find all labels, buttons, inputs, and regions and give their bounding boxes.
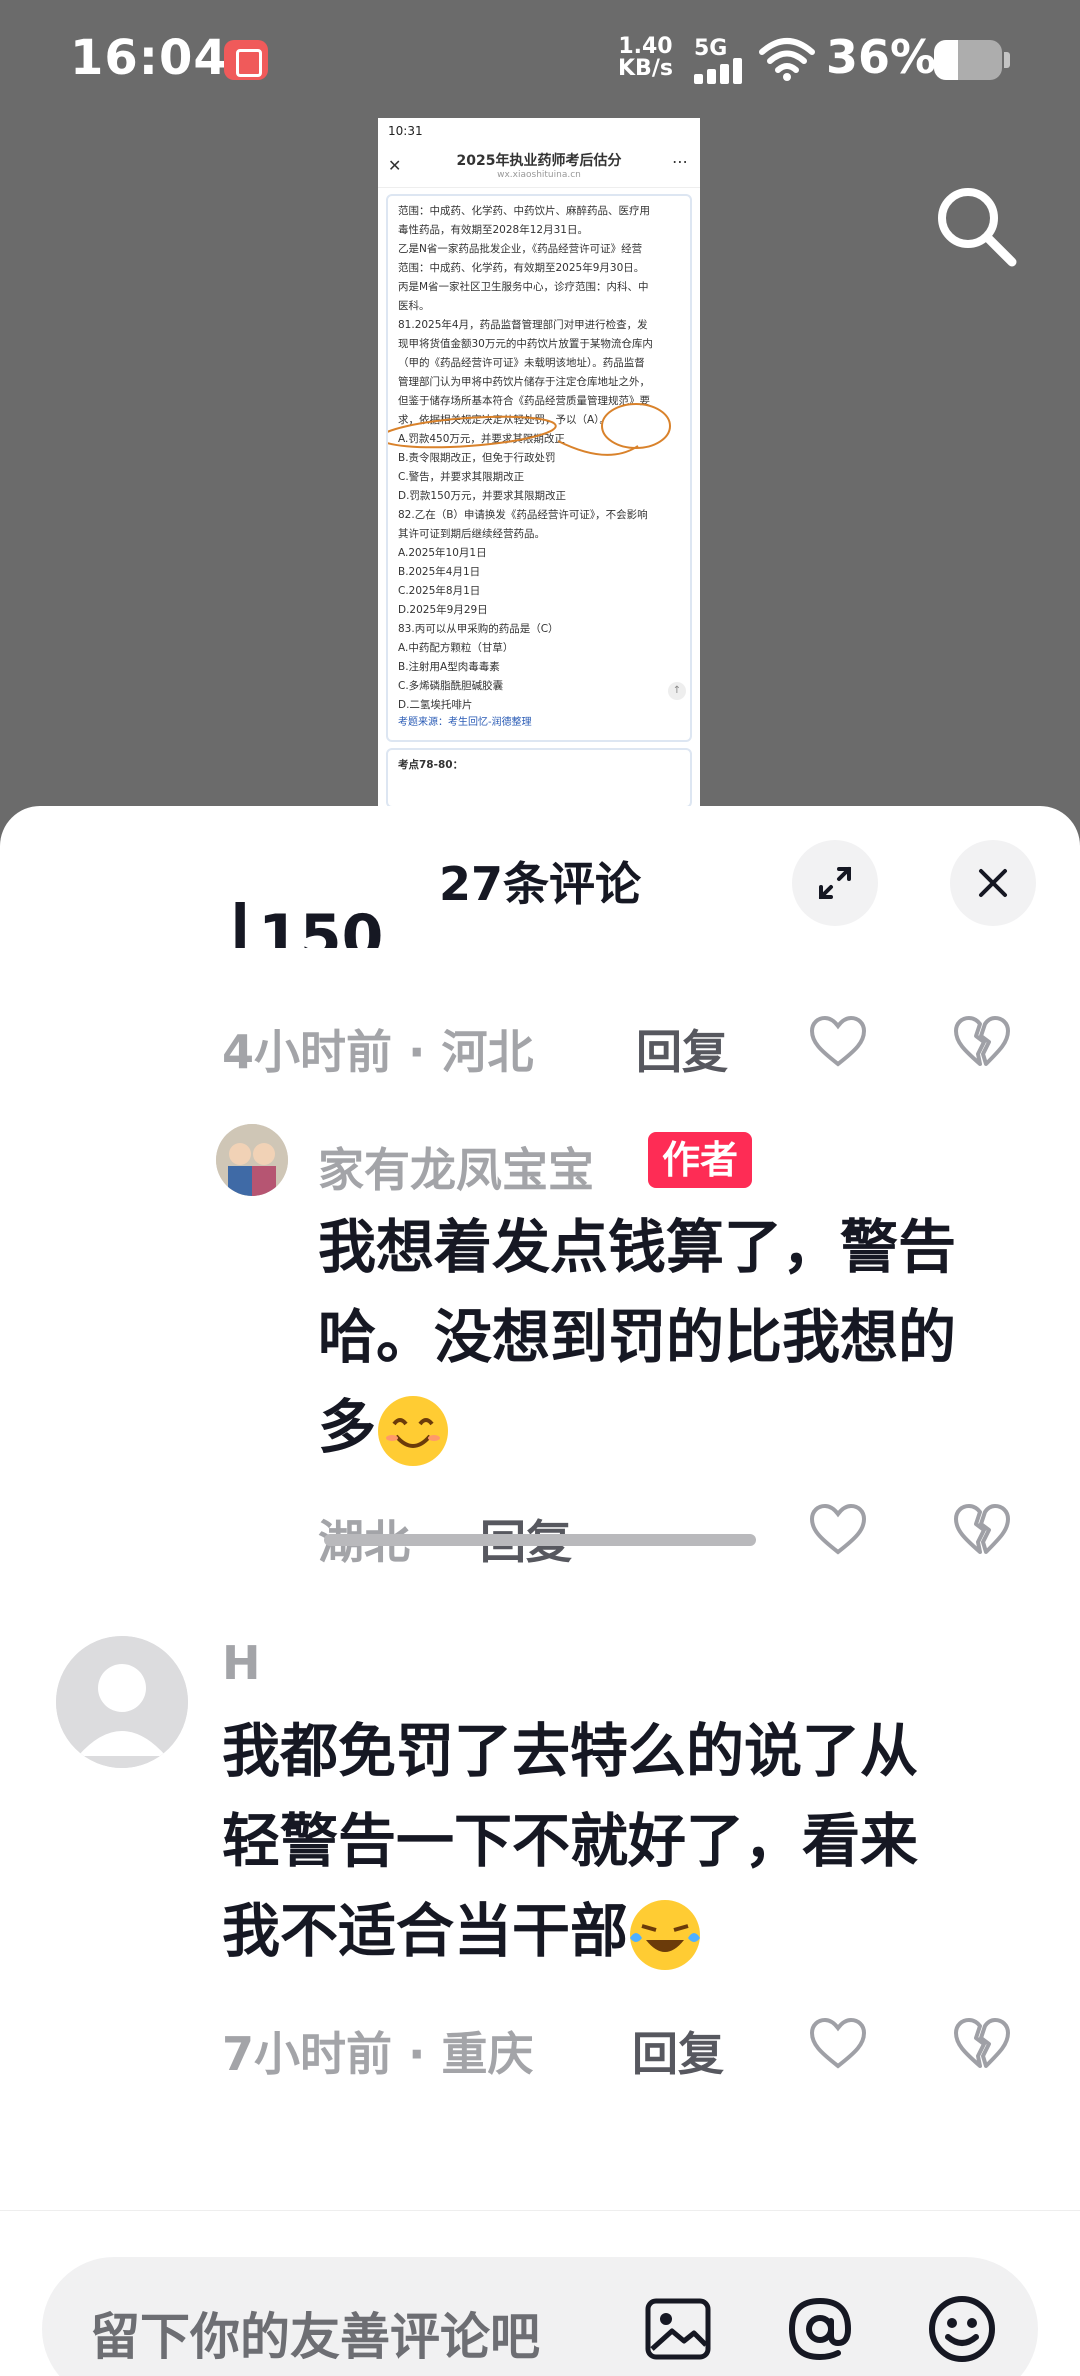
heart-icon[interactable] <box>806 2012 870 2076</box>
close-icon <box>979 869 1007 897</box>
battery-tip <box>1004 52 1010 68</box>
doc-line: A.中药配方颗粒（甘草） <box>398 642 514 654</box>
doc-more-icon: ⋯ <box>672 152 688 171</box>
wifi-icon <box>759 38 815 81</box>
comment-username[interactable]: H <box>222 1636 261 1690</box>
post-image[interactable]: 10:31 ✕ 2025年执业药师考后估分 wx.xiaoshituina.cn… <box>378 118 700 808</box>
doc-line: 83.丙可以从甲采购的药品是（C） <box>398 623 559 635</box>
comment-meta: 4小时前 · 河北 <box>222 1025 534 1079</box>
expand-icon <box>819 867 851 899</box>
status-bar: 16:04 1.40 KB/s 5G 36% <box>0 0 1080 120</box>
reply-text: 我想着发点钱算了，警告 哈。没想到罚的比我想的 多 <box>318 1202 956 1472</box>
doc-line: 82.乙在（B）申请换发《药品经营许可证》，不会影响 <box>398 509 648 521</box>
comment-meta: 7小时前 · 重庆 <box>222 2027 534 2081</box>
author-badge: 作者 <box>648 1132 753 1188</box>
user-avatar[interactable] <box>56 1636 188 1768</box>
doc-line: 毒性药品，有效期至2028年12月31日。 <box>398 224 588 236</box>
image-icon[interactable] <box>640 2291 716 2367</box>
signal-icon <box>694 58 750 84</box>
handwritten-circle-annotation <box>388 403 671 456</box>
doc-line: 现甲将货值金额30万元的中药饮片放置于某物流仓库内 <box>398 338 653 350</box>
comment-sheet: 27条评论 ┃150 4小时前 · 河北 回复 家有龙凤宝宝 作者 我想着发点钱… <box>0 806 1080 2376</box>
doc-line: 医科。 <box>398 300 430 312</box>
comment-input[interactable]: 留下你的友善评论吧 <box>42 2257 1038 2376</box>
broken-heart-icon[interactable] <box>950 1010 1014 1074</box>
doc-title: 2025年执业药师考后估分 <box>456 153 622 169</box>
broken-heart-icon[interactable] <box>950 2012 1014 2076</box>
doc-status-bar: 10:31 <box>378 118 700 144</box>
expand-button[interactable] <box>792 840 878 926</box>
doc-line: 其许可证到期后继续经营药品。 <box>398 528 545 540</box>
doc-header: ✕ 2025年执业药师考后估分 wx.xiaoshituina.cn ⋯ <box>378 144 700 188</box>
notification-app-icon <box>224 40 268 80</box>
comment-text: 我都免罚了去特么的说了从 轻警告一下不就好了，看来 我不适合当干部 <box>222 1706 918 1976</box>
reply-button[interactable]: 回复 <box>632 2018 724 2084</box>
doc-line: 丙是M省一家社区卫生服务中心，诊疗范围：内科、中 <box>398 281 649 293</box>
doc-line: C.2025年8月1日 <box>398 585 481 597</box>
comment-input-placeholder: 留下你的友善评论吧 <box>90 2308 540 2366</box>
reply-text-line: 多 <box>318 1393 377 1461</box>
doc-line: D.2025年9月29日 <box>398 604 488 616</box>
comment-text-line: 我不适合当干部 <box>222 1897 629 1965</box>
smiling-emoji-icon <box>376 1394 450 1468</box>
truncated-comment-text: ┃150 <box>222 902 384 948</box>
doc-line: 81.2025年4月，药品监督管理部门对甲进行检查，发 <box>398 319 648 331</box>
doc-line: B.注射用A型肉毒毒素 <box>398 661 500 673</box>
reply-username[interactable]: 家有龙凤宝宝 <box>318 1134 594 1200</box>
doc-line: 管理部门认为甲将中药饮片储存于注定仓库地址之外， <box>398 376 650 388</box>
broken-heart-icon[interactable] <box>950 1498 1014 1562</box>
doc-source: 考题来源：考生回忆-润德整理 <box>398 717 532 728</box>
author-avatar[interactable] <box>216 1124 288 1196</box>
network-speed-value: 1.40 <box>618 34 673 59</box>
home-indicator[interactable] <box>324 1534 756 1546</box>
comment-text-line: 轻警告一下不就好了，看来 <box>222 1807 919 1875</box>
doc-line: C.多烯磷脂酰胆碱胶囊 <box>398 680 504 692</box>
doc-status-time: 10:31 <box>388 124 423 138</box>
at-icon[interactable] <box>782 2291 858 2367</box>
battery-percent: 36% <box>826 30 937 84</box>
close-button[interactable] <box>950 840 1036 926</box>
battery-icon <box>934 40 1002 80</box>
doc-close-icon: ✕ <box>388 156 402 175</box>
doc-line: 范围：中成药、化学药，有效期至2025年9月30日。 <box>398 262 645 274</box>
comment-input-bar: 留下你的友善评论吧 <box>0 2210 1080 2376</box>
network-speed-unit: KB/s <box>618 56 673 81</box>
doc-line: 乙是N省一家药品批发企业，《药品经营许可证》经营 <box>398 243 643 255</box>
search-icon[interactable] <box>930 180 1020 270</box>
doc-line: 范围：中成药、化学药、中药饮片、麻醉药品、医疗用 <box>398 205 650 217</box>
comment-count-title: 27条评论 <box>438 857 641 911</box>
network-speed: 1.40 KB/s <box>618 36 673 80</box>
emoji-icon[interactable] <box>924 2291 1000 2367</box>
doc-next-card: 考点78-80： <box>386 748 692 808</box>
doc-line: C.警告，并要求其限期改正 <box>398 471 525 483</box>
heart-icon[interactable] <box>806 1498 870 1562</box>
doc-url: wx.xiaoshituina.cn <box>497 170 581 180</box>
reply-text-line: 我想着发点钱算了，警告 <box>318 1213 957 1281</box>
doc-line: B.2025年4月1日 <box>398 566 481 578</box>
doc-line: （甲的《药品经营许可证》未载明该地址）。药品监督 <box>398 357 645 369</box>
doc-next-heading: 考点78-80： <box>398 759 464 771</box>
doc-scroll-top-icon: ↑ <box>668 682 686 700</box>
doc-line: D.罚款150万元，并要求其限期改正 <box>398 490 566 502</box>
reply-text-line: 哈。没想到罚的比我想的 <box>318 1303 957 1371</box>
comment-text-line: 我都免罚了去特么的说了从 <box>222 1717 919 1785</box>
doc-line: A.2025年10月1日 <box>398 547 487 559</box>
doc-question-card: 范围：中成药、化学药、中药饮片、麻醉药品、医疗用 毒性药品，有效期至2028年12… <box>386 194 692 742</box>
heart-icon[interactable] <box>806 1010 870 1074</box>
status-time: 16:04 <box>70 30 228 86</box>
tears-of-joy-emoji-icon <box>628 1898 702 1972</box>
reply-button[interactable]: 回复 <box>636 1016 728 1082</box>
